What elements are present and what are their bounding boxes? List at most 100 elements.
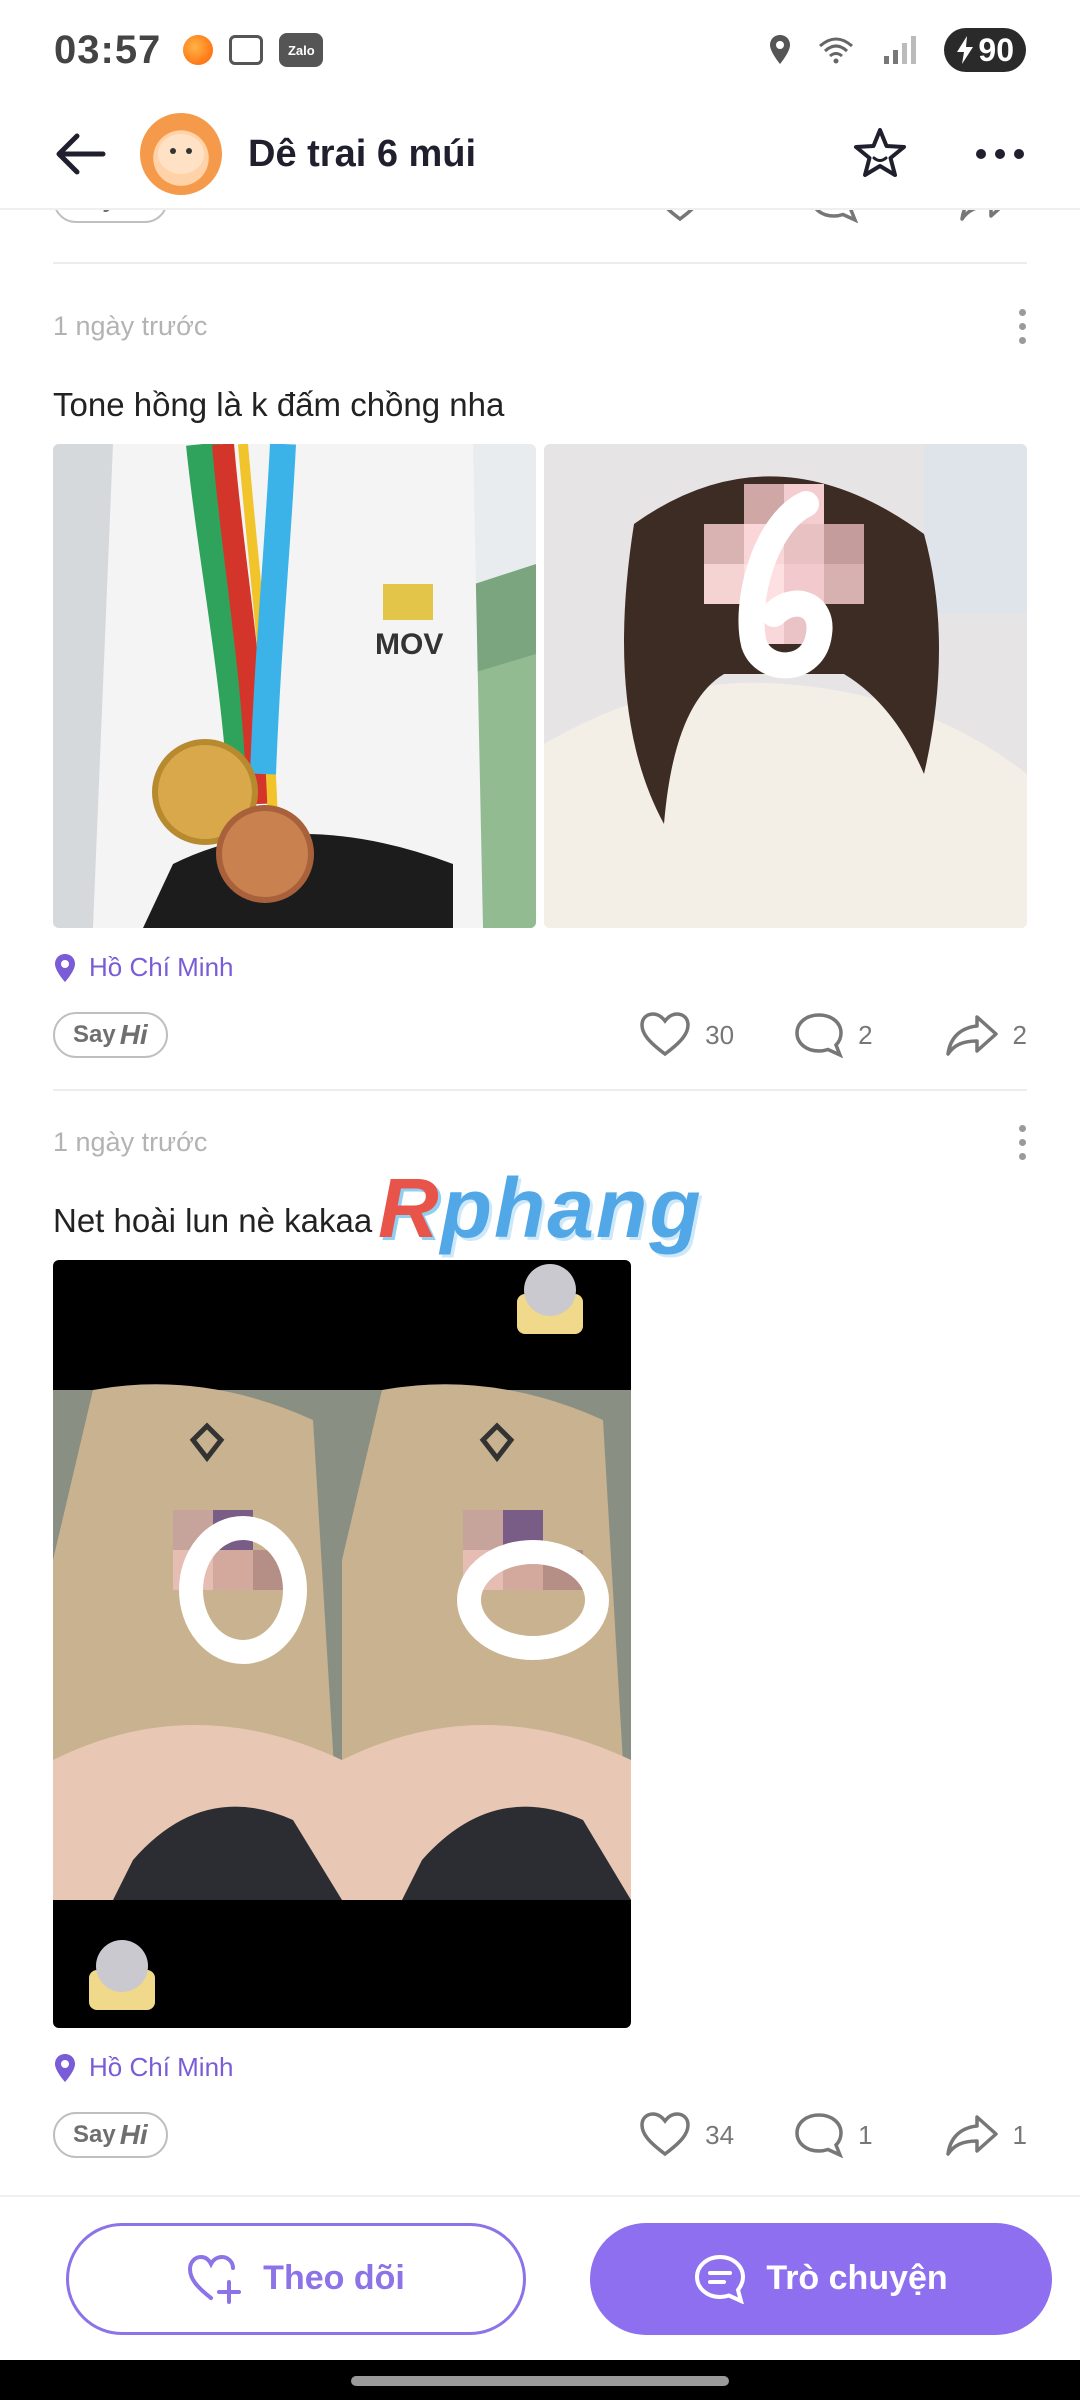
- more-dot: [1018, 336, 1026, 344]
- chat-bubble-icon: [695, 2254, 746, 2304]
- wifi-icon: [819, 37, 854, 64]
- collage-photo-image: [53, 1260, 631, 2028]
- charging-icon: [957, 36, 974, 64]
- say-hi-button[interactable]: SayHi: [53, 2112, 168, 2158]
- star-icon: [854, 128, 906, 177]
- status-time: 03:57: [54, 27, 162, 72]
- heart-icon: [640, 1012, 690, 1057]
- comment-icon: [795, 2113, 844, 2158]
- share-count: 1: [1012, 2119, 1027, 2150]
- share-count: 2: [1012, 1019, 1027, 1050]
- system-nav-bar: [0, 2360, 1080, 2400]
- comment-icon: [795, 1013, 844, 1058]
- share-button[interactable]: [959, 210, 1027, 222]
- share-icon: [960, 210, 1001, 221]
- like-count: 34: [705, 2119, 735, 2150]
- more-dot: [1018, 1138, 1026, 1146]
- notification-icons: Zalo: [183, 33, 324, 67]
- comment-button[interactable]: 1: [794, 2112, 873, 2158]
- medals-photo-image: MOV: [53, 444, 536, 928]
- back-button[interactable]: [50, 124, 110, 184]
- comment-icon: [814, 210, 858, 223]
- svg-text:MOV: MOV: [375, 628, 443, 661]
- post-location[interactable]: Hồ Chí Minh: [53, 952, 1027, 983]
- share-button[interactable]: 1: [945, 2113, 1027, 2157]
- more-horizontal-icon: [976, 149, 1024, 159]
- post-divider: [53, 262, 1027, 264]
- post-item: Say Hi 19 1: [53, 210, 1027, 264]
- say-hi-hi: Hi: [119, 2119, 148, 2150]
- more-vertical-icon: [1018, 1124, 1026, 1132]
- app-notification-icon: [183, 35, 214, 65]
- comment-count: 2: [858, 1019, 873, 1050]
- share-icon: [945, 2115, 998, 2156]
- more-vertical-icon: [1018, 308, 1026, 316]
- watermark-first: R: [378, 1161, 441, 1255]
- location-status-icon: [770, 35, 791, 64]
- like-button[interactable]: 19: [654, 210, 749, 223]
- comment-count: 1: [873, 210, 887, 216]
- zalo-icon: Zalo: [279, 33, 324, 67]
- say-hi-hi: Hi: [119, 1019, 148, 1050]
- like-count: 30: [705, 1019, 735, 1050]
- favorite-button[interactable]: [850, 124, 910, 184]
- say-hi-button[interactable]: SayHi: [53, 210, 168, 223]
- comment-button[interactable]: 1: [809, 210, 887, 223]
- post-more-button[interactable]: [1017, 308, 1027, 344]
- like-button[interactable]: 30: [639, 1012, 734, 1058]
- chat-label: Trò chuyện: [766, 2259, 948, 2297]
- avatar-face: [158, 134, 204, 174]
- like-count: 19: [720, 210, 749, 216]
- profile-name: Dê trai 6 múi: [248, 132, 477, 175]
- back-arrow-icon: [56, 133, 106, 175]
- post-time: 1 ngày trước: [53, 310, 208, 341]
- location-pin-icon: [55, 953, 75, 982]
- watermark-rest: phang: [440, 1161, 703, 1255]
- post-actions: Say Hi 19 1: [53, 210, 1027, 230]
- signal-icon: [884, 36, 917, 64]
- avatar[interactable]: [140, 113, 222, 195]
- more-dot: [1018, 1152, 1026, 1160]
- post-photo-collage[interactable]: [53, 1260, 631, 2028]
- post-photo-selfie[interactable]: [544, 444, 1027, 928]
- say-hi-button[interactable]: SayHi: [53, 1012, 168, 1058]
- post-item: 1 ngày trước Tone hồng là k đấm chồng nh…: [53, 306, 1027, 1091]
- screenshot-icon: [229, 35, 264, 65]
- post-divider: [53, 1089, 1027, 1091]
- heart-plus-icon: [188, 2254, 242, 2304]
- more-dot: [1018, 322, 1026, 330]
- home-indicator[interactable]: [351, 2376, 729, 2386]
- heart-icon: [640, 2112, 690, 2157]
- post-location[interactable]: Hồ Chí Minh: [53, 2052, 1027, 2083]
- more-options-button[interactable]: [970, 124, 1030, 184]
- chat-button[interactable]: Trò chuyện: [590, 2222, 1052, 2335]
- post-item: 1 ngày trước Net hoài lun nè kakaa Hồ Ch…: [53, 1122, 1027, 2165]
- location-text: Hồ Chí Minh: [89, 952, 234, 982]
- post-photo-medals[interactable]: MOV: [53, 444, 536, 928]
- share-button[interactable]: 2: [945, 1013, 1027, 1057]
- bottom-action-bar: Theo dõi Trò chuyện: [0, 2195, 1080, 2360]
- battery-indicator: 90: [944, 28, 1026, 72]
- battery-level: 90: [978, 31, 1014, 68]
- say-hi-say: Say: [73, 2121, 116, 2148]
- post-time: 1 ngày trước: [53, 1126, 208, 1157]
- post-more-button[interactable]: [1017, 1124, 1027, 1160]
- selfie-photo-image: [544, 444, 1027, 928]
- heart-icon: [666, 210, 694, 222]
- like-button[interactable]: 34: [639, 2112, 734, 2158]
- follow-button[interactable]: Theo dõi: [66, 2222, 526, 2335]
- post-photos: MOV: [53, 444, 1027, 928]
- post-meta: 1 ngày trước: [53, 1122, 1027, 1162]
- share-icon: [945, 1015, 998, 1056]
- profile-header: Dê trai 6 múi: [0, 100, 1080, 210]
- comment-button[interactable]: 2: [794, 1012, 873, 1058]
- location-text: Hồ Chí Minh: [89, 2052, 234, 2082]
- post-meta: 1 ngày trước: [53, 306, 1027, 346]
- location-pin-icon: [55, 2053, 75, 2082]
- post-actions: Say Hi 34 1 1: [53, 2105, 1027, 2165]
- follow-label: Theo dõi: [263, 2259, 405, 2297]
- comment-count: 1: [858, 2119, 873, 2150]
- post-caption: Tone hồng là k đấm chồng nha: [53, 386, 505, 423]
- post-photos: [53, 1260, 1027, 2028]
- status-bar: 03:57 Zalo 90: [0, 0, 1080, 100]
